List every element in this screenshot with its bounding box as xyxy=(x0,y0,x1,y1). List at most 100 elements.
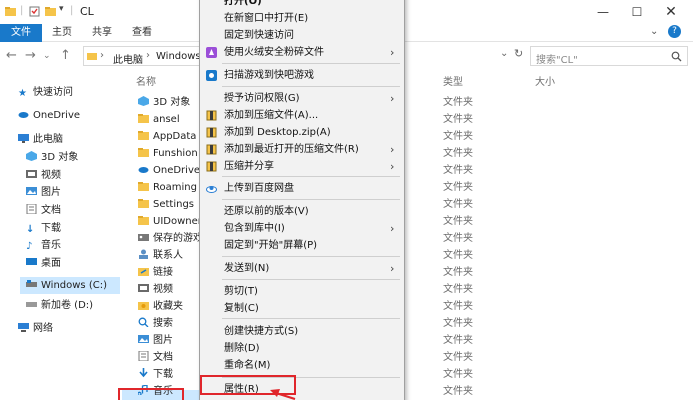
drive-icon xyxy=(26,280,37,287)
document-icon xyxy=(138,351,149,361)
column-header-name[interactable]: 名称 xyxy=(136,73,156,88)
file-row[interactable]: ansel6文件夹 xyxy=(138,111,473,128)
menu-item[interactable]: 发送到(N) › xyxy=(200,260,404,277)
search-input[interactable]: 搜索"CL" xyxy=(530,46,688,66)
menu-item[interactable]: 使用火绒安全粉碎文件 › xyxy=(200,44,404,61)
menu-item[interactable]: 在新窗口中打开(E) xyxy=(200,10,404,27)
nav-quick-access[interactable]: ★ 快速访问 xyxy=(18,84,73,101)
address-box[interactable]: › 此电脑 › Windows xyxy=(83,46,201,66)
forward-icon[interactable]: → xyxy=(25,48,36,63)
properties-icon[interactable] xyxy=(29,6,40,17)
menu-item-label: 重命名(M) xyxy=(224,360,271,371)
menu-item[interactable]: 上传到百度网盘 xyxy=(200,180,404,197)
recent-locations-icon[interactable]: ⌄ xyxy=(43,51,51,61)
maximize-button[interactable]: ☐ xyxy=(622,2,652,22)
folder-icon xyxy=(138,114,149,123)
pointer-arrow-icon xyxy=(270,389,296,400)
tab-share[interactable]: 共享 xyxy=(86,24,118,42)
file-row[interactable]: UIDowner0文件夹 xyxy=(138,213,473,230)
maximize-icon: ☐ xyxy=(631,5,643,19)
up-icon[interactable]: ↑ xyxy=(60,48,71,63)
file-row[interactable]: Settings7文件夹 xyxy=(138,196,473,213)
file-row[interactable]: 保存的游戏3文件夹 xyxy=(138,230,473,247)
breadcrumb-windows[interactable]: Windows xyxy=(156,51,201,62)
folder-icon xyxy=(138,199,149,208)
nav-drive-d[interactable]: 新加卷 (D:) xyxy=(26,297,93,314)
menu-item-label: 添加到压缩文件(A)... xyxy=(224,110,319,121)
back-icon[interactable]: ← xyxy=(6,48,17,63)
nav-pictures[interactable]: 图片 xyxy=(26,184,61,201)
breadcrumb-this-pc[interactable]: 此电脑 xyxy=(113,51,143,66)
new-folder-icon[interactable] xyxy=(45,6,56,17)
menu-item[interactable]: 包含到库中(I) › xyxy=(200,220,404,237)
tab-file[interactable]: 文件 xyxy=(0,24,42,42)
baidu-cloud-icon xyxy=(206,186,217,193)
file-row[interactable]: 收藏夹3文件夹 xyxy=(138,298,473,315)
menu-item[interactable]: 授予访问权限(G) › xyxy=(200,90,404,107)
file-row[interactable]: 链接3文件夹 xyxy=(138,264,473,281)
picture-icon xyxy=(138,335,149,343)
minimize-button[interactable]: — xyxy=(588,2,618,22)
menu-item-label: 上传到百度网盘 xyxy=(224,183,294,194)
address-dropdown-icon[interactable]: ⌄ xyxy=(500,48,508,59)
file-row[interactable]: AppData6文件夹 xyxy=(138,128,473,145)
nav-onedrive[interactable]: OneDrive xyxy=(18,107,80,124)
refresh-icon[interactable]: ↻ xyxy=(514,47,523,60)
file-row[interactable]: Roaming0文件夹 xyxy=(138,179,473,196)
menu-item[interactable]: 添加到压缩文件(A)... xyxy=(200,107,404,124)
menu-item-label: 包含到库中(I) xyxy=(224,223,285,234)
folder-icon xyxy=(87,53,97,60)
menu-item[interactable]: 添加到最近打开的压缩文件(R) › xyxy=(200,141,404,158)
nav-network[interactable]: 网络 xyxy=(18,320,53,337)
video-icon xyxy=(26,170,37,178)
file-row[interactable]: Funshion7文件夹 xyxy=(138,145,473,162)
file-row[interactable]: OneDrive3文件夹 xyxy=(138,162,473,179)
tab-home[interactable]: 主页 xyxy=(46,24,78,42)
menu-item[interactable]: 创建快捷方式(S) xyxy=(200,323,404,340)
menu-item[interactable]: 剪切(T) xyxy=(200,283,404,300)
menu-item[interactable]: 压缩并分享 › xyxy=(200,158,404,175)
nav-music[interactable]: ♪ 音乐 xyxy=(26,237,61,254)
file-row[interactable]: 联系人3文件夹 xyxy=(138,247,473,264)
file-row[interactable]: 文档2文件夹 xyxy=(138,349,473,366)
quick-access-dropdown-icon[interactable]: ▾ xyxy=(59,4,64,14)
nav-videos[interactable]: 视频 xyxy=(26,167,61,184)
nav-documents[interactable]: 文档 xyxy=(26,202,61,219)
menu-item[interactable]: 固定到"开始"屏幕(P) xyxy=(200,237,404,254)
folder-icon xyxy=(138,148,149,157)
menu-item[interactable]: 打开(O) xyxy=(200,0,404,10)
file-row[interactable]: 下载9文件夹 xyxy=(138,366,473,383)
file-row[interactable]: 视频3文件夹 xyxy=(138,281,473,298)
nav-drive-c[interactable]: Windows (C:) xyxy=(20,277,120,294)
file-type: 文件夹 xyxy=(443,318,473,329)
menu-separator xyxy=(222,63,400,64)
menu-item-label: 添加到 Desktop.zip(A) xyxy=(224,127,331,138)
nav-downloads[interactable]: ↓ 下载 xyxy=(26,220,61,237)
menu-item[interactable]: 删除(D) xyxy=(200,340,404,357)
menu-item[interactable]: 添加到 Desktop.zip(A) xyxy=(200,124,404,141)
menu-item[interactable]: 重命名(M) xyxy=(200,357,404,374)
tab-view[interactable]: 查看 xyxy=(126,24,158,42)
nav-3d-objects[interactable]: 3D 对象 xyxy=(26,149,78,166)
download-icon xyxy=(139,368,148,378)
close-button[interactable]: ✕ xyxy=(656,2,686,22)
file-row[interactable]: 搜索3文件夹 xyxy=(138,315,473,332)
column-header-size[interactable]: 大小 xyxy=(535,73,555,88)
menu-item[interactable]: 还原以前的版本(V) xyxy=(200,203,404,220)
help-icon[interactable]: ? xyxy=(668,25,681,38)
search-icon xyxy=(138,317,149,327)
menu-item[interactable]: 复制(C) xyxy=(200,300,404,317)
menu-item-label: 固定到快速访问 xyxy=(224,30,294,41)
file-name: 收藏夹 xyxy=(153,301,183,312)
file-row[interactable]: 3D 对象3文件夹 xyxy=(138,94,473,111)
breadcrumb-separator-icon: › xyxy=(146,50,150,61)
file-row[interactable]: 图片3文件夹 xyxy=(138,332,473,349)
column-header-type[interactable]: 类型 xyxy=(443,73,463,88)
menu-item[interactable]: 固定到快速访问 xyxy=(200,27,404,44)
navigation-pane: ★ 快速访问 OneDrive 此电脑 3D 对象 视频 图片 文档 ↓ 下载 ♪ 音… xyxy=(0,70,122,400)
menu-item[interactable]: 扫描游戏到快吧游戏 xyxy=(200,67,404,84)
ribbon-expand-icon[interactable]: ⌄ xyxy=(650,26,658,37)
nav-this-pc[interactable]: 此电脑 xyxy=(18,131,63,148)
menu-item-label: 扫描游戏到快吧游戏 xyxy=(224,70,314,81)
nav-desktop[interactable]: 桌面 xyxy=(26,255,61,272)
